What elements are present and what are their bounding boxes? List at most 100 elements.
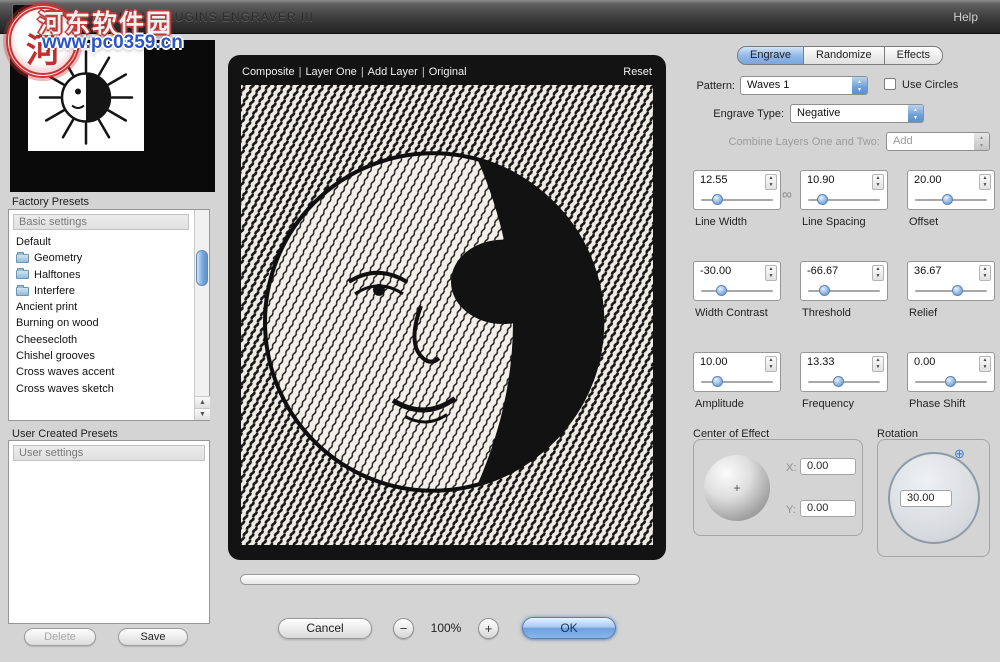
stepper-down-icon[interactable] [873, 182, 883, 189]
param-phase-shift[interactable]: 0.00 [907, 352, 995, 392]
engrave-type-select[interactable]: Negative [790, 104, 924, 123]
help-link[interactable]: Help [953, 0, 978, 34]
scroll-up-icon[interactable] [195, 396, 210, 408]
param-value[interactable]: 10.90 [807, 174, 835, 186]
stepper-down-icon[interactable] [766, 273, 776, 280]
stepper-down-icon[interactable] [980, 182, 990, 189]
factory-presets-list[interactable]: Basic settings Default Geometry Halftone… [8, 209, 210, 421]
param-slider[interactable] [808, 193, 880, 206]
preset-item[interactable]: Cross waves sketch [11, 381, 192, 397]
stepper-up-icon[interactable] [980, 357, 990, 364]
stepper-up-icon[interactable] [766, 266, 776, 273]
param-line-spacing[interactable]: 10.90 [800, 170, 888, 210]
scroll-down-icon[interactable] [195, 408, 210, 420]
param-line-width[interactable]: 12.55 [693, 170, 781, 210]
link-width-spacing-icon[interactable]: ∞ [782, 186, 792, 202]
slider-thumb[interactable] [712, 376, 723, 387]
value-stepper[interactable] [872, 265, 884, 281]
view-layer-one[interactable]: Layer One [305, 66, 356, 78]
slider-thumb[interactable] [817, 194, 828, 205]
param-threshold[interactable]: -66.67 [800, 261, 888, 301]
preset-item[interactable]: Interfere [11, 283, 192, 299]
param-width-contrast[interactable]: -30.00 [693, 261, 781, 301]
preset-item[interactable]: Halftones [11, 267, 192, 283]
param-value[interactable]: 20.00 [914, 174, 942, 186]
preview-scrollbar[interactable] [240, 574, 640, 585]
slider-thumb[interactable] [942, 194, 953, 205]
param-value[interactable]: -66.67 [807, 265, 838, 277]
preset-item[interactable]: Default [11, 234, 192, 250]
pattern-select[interactable]: Waves 1 [740, 76, 868, 95]
use-circles-checkbox[interactable] [884, 78, 896, 90]
user-group-header[interactable]: User settings [13, 445, 205, 461]
slider-thumb[interactable] [716, 285, 727, 296]
x-input[interactable]: 0.00 [800, 458, 856, 475]
param-value[interactable]: 12.55 [700, 174, 728, 186]
stepper-down-icon[interactable] [766, 182, 776, 189]
reset-button[interactable]: Reset [623, 63, 652, 81]
value-stepper[interactable] [979, 174, 991, 190]
param-slider[interactable] [701, 284, 773, 297]
preset-scrollbar[interactable] [194, 210, 209, 420]
param-value[interactable]: -30.00 [700, 265, 731, 277]
param-relief[interactable]: 36.67 [907, 261, 995, 301]
param-slider[interactable] [701, 193, 773, 206]
param-value[interactable]: 13.33 [807, 356, 835, 368]
zoom-in-button[interactable]: + [478, 618, 499, 639]
stepper-up-icon[interactable] [873, 175, 883, 182]
param-slider[interactable] [915, 375, 987, 388]
y-input[interactable]: 0.00 [800, 500, 856, 517]
stepper-down-icon[interactable] [873, 273, 883, 280]
param-slider[interactable] [915, 284, 987, 297]
effect-center-sphere[interactable]: + [704, 455, 770, 521]
preset-item[interactable]: Ancient print [11, 299, 192, 315]
slider-thumb[interactable] [945, 376, 956, 387]
tab-effects[interactable]: Effects [885, 46, 943, 65]
value-stepper[interactable] [765, 265, 777, 281]
stepper-up-icon[interactable] [873, 266, 883, 273]
value-stepper[interactable] [979, 356, 991, 372]
param-value[interactable]: 10.00 [700, 356, 728, 368]
rotation-target-icon[interactable]: ⊕ [954, 446, 965, 462]
view-add-layer[interactable]: Add Layer [368, 66, 418, 78]
view-original[interactable]: Original [429, 66, 467, 78]
param-amplitude[interactable]: 10.00 [693, 352, 781, 392]
param-slider[interactable] [808, 284, 880, 297]
slider-thumb[interactable] [712, 194, 723, 205]
save-button[interactable]: Save [118, 628, 188, 646]
value-stepper[interactable] [765, 356, 777, 372]
stepper-down-icon[interactable] [766, 364, 776, 371]
ok-button[interactable]: OK [522, 617, 616, 639]
param-value[interactable]: 0.00 [914, 356, 935, 368]
param-slider[interactable] [915, 193, 987, 206]
preset-group-header[interactable]: Basic settings [13, 214, 189, 230]
slider-thumb[interactable] [833, 376, 844, 387]
slider-thumb[interactable] [819, 285, 830, 296]
stepper-up-icon[interactable] [873, 357, 883, 364]
tab-engrave[interactable]: Engrave [737, 46, 804, 65]
param-slider[interactable] [808, 375, 880, 388]
slider-thumb[interactable] [952, 285, 963, 296]
zoom-out-button[interactable]: − [393, 618, 414, 639]
user-presets-list[interactable]: User settings [8, 440, 210, 624]
delete-button[interactable]: Delete [24, 628, 96, 646]
stepper-down-icon[interactable] [980, 273, 990, 280]
cancel-button[interactable]: Cancel [278, 618, 372, 639]
preset-item[interactable]: Cross waves accent [11, 364, 192, 380]
stepper-up-icon[interactable] [980, 266, 990, 273]
value-stepper[interactable] [872, 174, 884, 190]
stepper-up-icon[interactable] [766, 175, 776, 182]
preset-item[interactable]: Cheesecloth [11, 332, 192, 348]
param-slider[interactable] [701, 375, 773, 388]
rotation-input[interactable]: 30.00 [900, 490, 952, 507]
param-value[interactable]: 36.67 [914, 265, 942, 277]
preview-canvas[interactable] [241, 85, 653, 545]
stepper-up-icon[interactable] [766, 357, 776, 364]
value-stepper[interactable] [765, 174, 777, 190]
param-offset[interactable]: 20.00 [907, 170, 995, 210]
view-composite[interactable]: Composite [242, 66, 295, 78]
tab-randomize[interactable]: Randomize [804, 46, 885, 65]
preset-item[interactable]: Chishel grooves [11, 348, 192, 364]
stepper-down-icon[interactable] [980, 364, 990, 371]
value-stepper[interactable] [872, 356, 884, 372]
